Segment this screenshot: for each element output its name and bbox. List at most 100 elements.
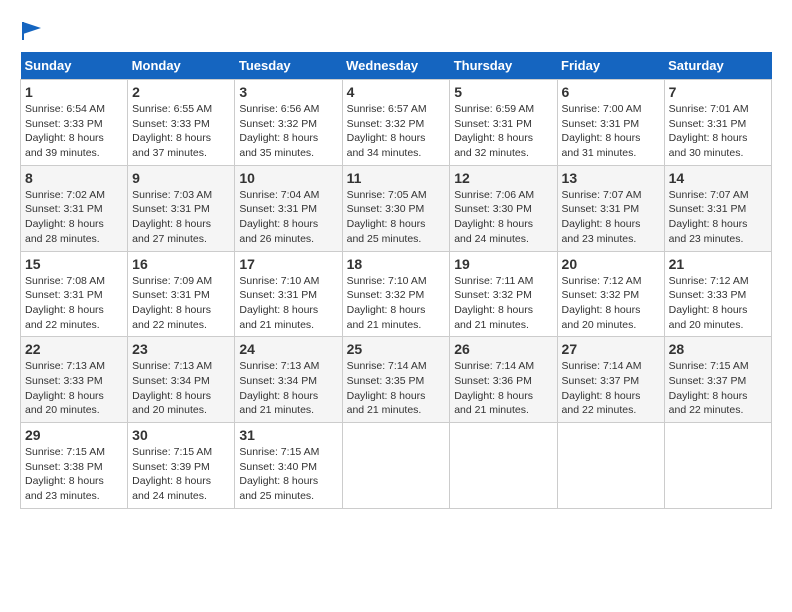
day-number: 14 xyxy=(669,170,767,186)
daylight-label: Daylight: 8 hours and 20 minutes. xyxy=(132,390,211,417)
day-number: 3 xyxy=(239,84,337,100)
calendar-cell: 9 Sunrise: 7:03 AM Sunset: 3:31 PM Dayli… xyxy=(128,165,235,251)
sunset-label: Sunset: 3:37 PM xyxy=(669,375,747,387)
daylight-label: Daylight: 8 hours and 22 minutes. xyxy=(132,304,211,331)
sunrise-label: Sunrise: 6:54 AM xyxy=(25,103,105,115)
calendar-cell: 11 Sunrise: 7:05 AM Sunset: 3:30 PM Dayl… xyxy=(342,165,450,251)
day-info: Sunrise: 7:11 AM Sunset: 3:32 PM Dayligh… xyxy=(454,274,552,333)
day-number: 16 xyxy=(132,256,230,272)
calendar-cell: 7 Sunrise: 7:01 AM Sunset: 3:31 PM Dayli… xyxy=(664,80,771,166)
day-number: 11 xyxy=(347,170,446,186)
sunrise-label: Sunrise: 7:02 AM xyxy=(25,189,105,201)
sunset-label: Sunset: 3:31 PM xyxy=(132,289,210,301)
day-info: Sunrise: 6:54 AM Sunset: 3:33 PM Dayligh… xyxy=(25,102,123,161)
day-info: Sunrise: 7:07 AM Sunset: 3:31 PM Dayligh… xyxy=(669,188,767,247)
sunrise-label: Sunrise: 7:13 AM xyxy=(239,360,319,372)
daylight-label: Daylight: 8 hours and 20 minutes. xyxy=(669,304,748,331)
day-number: 23 xyxy=(132,341,230,357)
calendar-header-thursday: Thursday xyxy=(450,52,557,80)
day-info: Sunrise: 7:14 AM Sunset: 3:36 PM Dayligh… xyxy=(454,359,552,418)
calendar-cell: 8 Sunrise: 7:02 AM Sunset: 3:31 PM Dayli… xyxy=(21,165,128,251)
daylight-label: Daylight: 8 hours and 23 minutes. xyxy=(562,218,641,245)
calendar-cell: 23 Sunrise: 7:13 AM Sunset: 3:34 PM Dayl… xyxy=(128,337,235,423)
day-number: 27 xyxy=(562,341,660,357)
daylight-label: Daylight: 8 hours and 21 minutes. xyxy=(454,304,533,331)
sunset-label: Sunset: 3:30 PM xyxy=(454,203,532,215)
day-number: 19 xyxy=(454,256,552,272)
calendar-cell: 1 Sunrise: 6:54 AM Sunset: 3:33 PM Dayli… xyxy=(21,80,128,166)
calendar-cell: 17 Sunrise: 7:10 AM Sunset: 3:31 PM Dayl… xyxy=(235,251,342,337)
sunrise-label: Sunrise: 7:08 AM xyxy=(25,275,105,287)
sunrise-label: Sunrise: 6:56 AM xyxy=(239,103,319,115)
day-number: 31 xyxy=(239,427,337,443)
sunset-label: Sunset: 3:34 PM xyxy=(239,375,317,387)
daylight-label: Daylight: 8 hours and 21 minutes. xyxy=(347,304,426,331)
day-number: 7 xyxy=(669,84,767,100)
sunrise-label: Sunrise: 7:15 AM xyxy=(669,360,749,372)
calendar-cell xyxy=(664,423,771,509)
calendar-week-row: 8 Sunrise: 7:02 AM Sunset: 3:31 PM Dayli… xyxy=(21,165,772,251)
calendar-header-monday: Monday xyxy=(128,52,235,80)
calendar-cell: 27 Sunrise: 7:14 AM Sunset: 3:37 PM Dayl… xyxy=(557,337,664,423)
day-number: 21 xyxy=(669,256,767,272)
sunset-label: Sunset: 3:33 PM xyxy=(669,289,747,301)
calendar-cell: 28 Sunrise: 7:15 AM Sunset: 3:37 PM Dayl… xyxy=(664,337,771,423)
calendar-cell: 10 Sunrise: 7:04 AM Sunset: 3:31 PM Dayl… xyxy=(235,165,342,251)
day-number: 6 xyxy=(562,84,660,100)
sunrise-label: Sunrise: 7:00 AM xyxy=(562,103,642,115)
daylight-label: Daylight: 8 hours and 21 minutes. xyxy=(239,304,318,331)
sunset-label: Sunset: 3:32 PM xyxy=(454,289,532,301)
sunset-label: Sunset: 3:32 PM xyxy=(239,118,317,130)
day-info: Sunrise: 7:10 AM Sunset: 3:31 PM Dayligh… xyxy=(239,274,337,333)
calendar-header-sunday: Sunday xyxy=(21,52,128,80)
sunrise-label: Sunrise: 6:59 AM xyxy=(454,103,534,115)
day-number: 5 xyxy=(454,84,552,100)
day-info: Sunrise: 7:15 AM Sunset: 3:40 PM Dayligh… xyxy=(239,445,337,504)
calendar-cell: 3 Sunrise: 6:56 AM Sunset: 3:32 PM Dayli… xyxy=(235,80,342,166)
sunrise-label: Sunrise: 7:15 AM xyxy=(25,446,105,458)
daylight-label: Daylight: 8 hours and 35 minutes. xyxy=(239,132,318,159)
daylight-label: Daylight: 8 hours and 23 minutes. xyxy=(25,475,104,502)
sunset-label: Sunset: 3:32 PM xyxy=(347,289,425,301)
sunset-label: Sunset: 3:39 PM xyxy=(132,461,210,473)
day-info: Sunrise: 7:14 AM Sunset: 3:35 PM Dayligh… xyxy=(347,359,446,418)
daylight-label: Daylight: 8 hours and 28 minutes. xyxy=(25,218,104,245)
sunset-label: Sunset: 3:33 PM xyxy=(25,375,103,387)
sunset-label: Sunset: 3:30 PM xyxy=(347,203,425,215)
day-number: 20 xyxy=(562,256,660,272)
day-number: 24 xyxy=(239,341,337,357)
calendar-cell: 13 Sunrise: 7:07 AM Sunset: 3:31 PM Dayl… xyxy=(557,165,664,251)
day-info: Sunrise: 7:12 AM Sunset: 3:33 PM Dayligh… xyxy=(669,274,767,333)
daylight-label: Daylight: 8 hours and 20 minutes. xyxy=(562,304,641,331)
daylight-label: Daylight: 8 hours and 27 minutes. xyxy=(132,218,211,245)
calendar-cell: 18 Sunrise: 7:10 AM Sunset: 3:32 PM Dayl… xyxy=(342,251,450,337)
calendar-cell: 31 Sunrise: 7:15 AM Sunset: 3:40 PM Dayl… xyxy=(235,423,342,509)
sunrise-label: Sunrise: 7:09 AM xyxy=(132,275,212,287)
calendar-cell: 16 Sunrise: 7:09 AM Sunset: 3:31 PM Dayl… xyxy=(128,251,235,337)
calendar-week-row: 29 Sunrise: 7:15 AM Sunset: 3:38 PM Dayl… xyxy=(21,423,772,509)
calendar-cell: 19 Sunrise: 7:11 AM Sunset: 3:32 PM Dayl… xyxy=(450,251,557,337)
day-info: Sunrise: 7:13 AM Sunset: 3:34 PM Dayligh… xyxy=(132,359,230,418)
calendar-cell: 20 Sunrise: 7:12 AM Sunset: 3:32 PM Dayl… xyxy=(557,251,664,337)
day-info: Sunrise: 7:15 AM Sunset: 3:38 PM Dayligh… xyxy=(25,445,123,504)
calendar-header-tuesday: Tuesday xyxy=(235,52,342,80)
calendar-cell: 14 Sunrise: 7:07 AM Sunset: 3:31 PM Dayl… xyxy=(664,165,771,251)
day-info: Sunrise: 6:55 AM Sunset: 3:33 PM Dayligh… xyxy=(132,102,230,161)
day-number: 29 xyxy=(25,427,123,443)
daylight-label: Daylight: 8 hours and 39 minutes. xyxy=(25,132,104,159)
day-number: 10 xyxy=(239,170,337,186)
sunset-label: Sunset: 3:33 PM xyxy=(25,118,103,130)
day-number: 30 xyxy=(132,427,230,443)
calendar-header-saturday: Saturday xyxy=(664,52,771,80)
sunrise-label: Sunrise: 7:07 AM xyxy=(562,189,642,201)
sunrise-label: Sunrise: 7:10 AM xyxy=(347,275,427,287)
calendar-cell: 6 Sunrise: 7:00 AM Sunset: 3:31 PM Dayli… xyxy=(557,80,664,166)
calendar-cell: 25 Sunrise: 7:14 AM Sunset: 3:35 PM Dayl… xyxy=(342,337,450,423)
day-info: Sunrise: 7:10 AM Sunset: 3:32 PM Dayligh… xyxy=(347,274,446,333)
sunset-label: Sunset: 3:40 PM xyxy=(239,461,317,473)
day-info: Sunrise: 7:00 AM Sunset: 3:31 PM Dayligh… xyxy=(562,102,660,161)
sunrise-label: Sunrise: 7:03 AM xyxy=(132,189,212,201)
sunrise-label: Sunrise: 7:04 AM xyxy=(239,189,319,201)
sunrise-label: Sunrise: 7:14 AM xyxy=(454,360,534,372)
calendar-cell: 5 Sunrise: 6:59 AM Sunset: 3:31 PM Dayli… xyxy=(450,80,557,166)
